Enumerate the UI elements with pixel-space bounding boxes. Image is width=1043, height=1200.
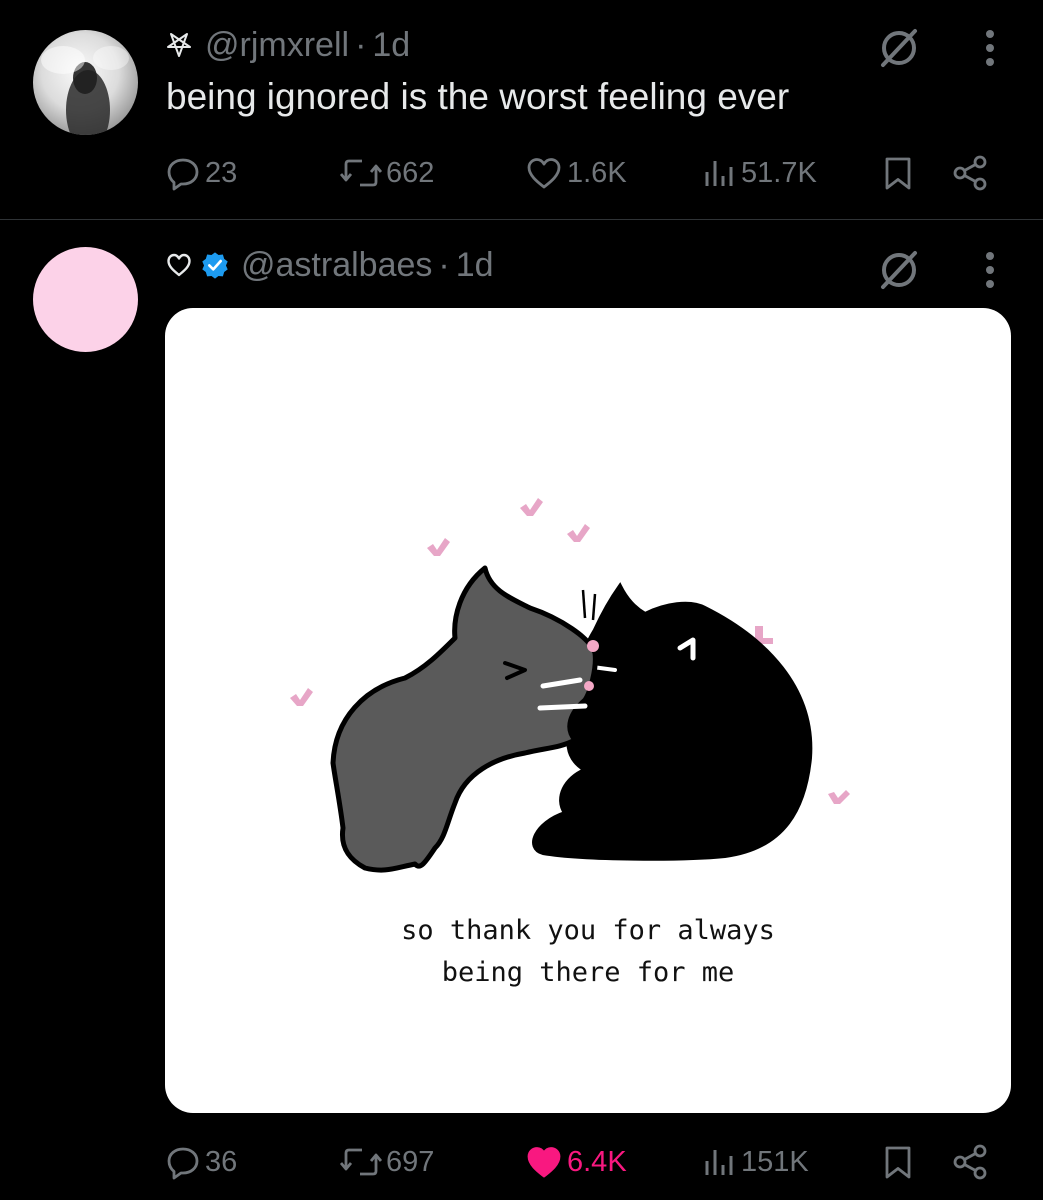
grok-button[interactable] — [875, 246, 923, 294]
bookmark-icon — [885, 157, 911, 190]
more-options-button[interactable] — [970, 24, 1010, 72]
timestamp[interactable]: 1d — [372, 26, 410, 65]
views-chart-icon — [705, 161, 733, 186]
heart-icon — [527, 158, 561, 189]
grok-icon — [881, 251, 917, 289]
views-button[interactable]: 151K — [701, 1137, 809, 1187]
avatar[interactable] — [33, 247, 138, 352]
heart-decoration — [567, 524, 590, 542]
heart-filled-icon — [527, 1147, 561, 1178]
more-options-button[interactable] — [970, 246, 1010, 294]
tweet-text: being ignored is the worst feeling ever — [166, 76, 790, 117]
reply-count: 36 — [205, 1145, 238, 1178]
separator-dot: · — [438, 245, 450, 284]
user-handle[interactable]: @astralbaes — [241, 246, 432, 285]
tweet-header: @astralbaes · 1d — [165, 242, 494, 288]
black-cat — [532, 582, 813, 861]
like-button[interactable]: 1.6K — [525, 148, 627, 198]
avatar-image — [41, 46, 129, 135]
heart-decoration — [427, 538, 450, 556]
more-dots-icon — [986, 252, 994, 288]
views-count: 151K — [741, 1145, 809, 1178]
reply-button[interactable]: 36 — [165, 1137, 237, 1187]
grok-icon — [881, 29, 917, 67]
retweet-count: 697 — [386, 1145, 435, 1178]
reply-icon — [167, 158, 199, 191]
bookmark-button[interactable] — [881, 1137, 915, 1187]
more-dots-icon — [986, 30, 994, 66]
tweet-actions: 36 697 6.4K 151K — [165, 1137, 995, 1187]
avatar[interactable] — [33, 30, 138, 135]
views-count: 51.7K — [741, 156, 817, 189]
image-caption-line: being there for me — [441, 957, 735, 988]
bookmark-button[interactable] — [881, 148, 915, 198]
pentagram-icon — [165, 31, 193, 59]
reply-icon — [167, 1147, 199, 1180]
share-button[interactable] — [951, 148, 991, 198]
retweet-button[interactable]: 697 — [340, 1137, 434, 1187]
retweet-button[interactable]: 662 — [340, 148, 434, 198]
heart-decoration — [290, 688, 313, 706]
retweet-icon — [340, 159, 382, 187]
share-button[interactable] — [951, 1137, 991, 1187]
tweet[interactable]: @rjmxrell · 1d being ignored is the wors… — [0, 0, 1043, 220]
bookmark-icon — [885, 1146, 911, 1179]
tweet-image[interactable]: so thank you for always being there for … — [165, 308, 1011, 1113]
views-button[interactable]: 51.7K — [701, 148, 817, 198]
share-icon — [953, 155, 987, 191]
views-chart-icon — [705, 1150, 733, 1175]
separator-dot: · — [355, 25, 367, 64]
image-caption: so thank you for always being there for … — [165, 910, 1011, 994]
tweet[interactable]: @astralbaes · 1d so thank you for always… — [0, 220, 1043, 1200]
tweet-header: @rjmxrell · 1d — [165, 22, 410, 68]
reply-button[interactable]: 23 — [165, 148, 237, 198]
reply-count: 23 — [205, 156, 238, 189]
heart-outline-icon — [165, 251, 193, 279]
tweet-actions: 23 662 1.6K 51.7K — [165, 148, 995, 198]
share-icon — [953, 1144, 987, 1180]
like-button[interactable]: 6.4K — [525, 1137, 627, 1187]
retweet-icon — [340, 1148, 382, 1176]
heart-decoration — [520, 498, 543, 516]
image-caption-line: so thank you for always — [401, 915, 775, 946]
like-count: 6.4K — [567, 1145, 627, 1178]
retweet-count: 662 — [386, 156, 435, 189]
timestamp[interactable]: 1d — [456, 246, 494, 285]
like-count: 1.6K — [567, 156, 627, 189]
heart-decoration — [828, 790, 850, 804]
verified-badge-icon — [201, 251, 229, 279]
grok-button[interactable] — [875, 24, 923, 72]
user-handle[interactable]: @rjmxrell — [205, 26, 349, 65]
